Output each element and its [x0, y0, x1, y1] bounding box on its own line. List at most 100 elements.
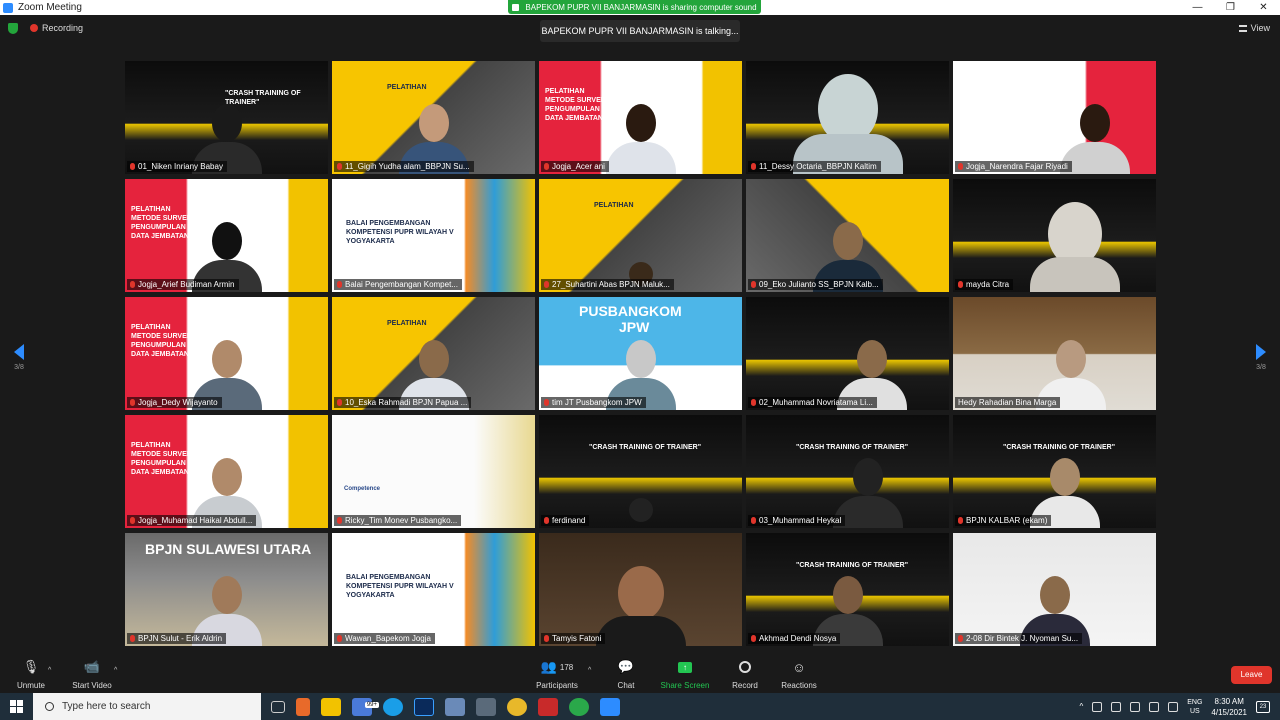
participant-name: 03_Muhammad Heykal	[748, 515, 846, 526]
participant-tile[interactable]: PELATIHAN 27_Suhartini Abas BPJN Maluk..…	[539, 179, 742, 292]
participants-button[interactable]: 👥 178 Participants	[532, 658, 582, 690]
participant-tile[interactable]: 2-08 Dir Bintek J. Nyoman Su...	[953, 533, 1156, 646]
participant-tile[interactable]: mayda Citra	[953, 179, 1156, 292]
mail-app-icon[interactable]: 99+	[352, 697, 379, 716]
participant-name: 10_Eska Rahmadi BPJN Papua ...	[334, 397, 472, 408]
participant-name-text: Jogja_Narendra Fajar Riyadi	[966, 162, 1068, 171]
mic-muted-icon	[337, 399, 342, 406]
pen-app-icon[interactable]	[296, 697, 310, 716]
edge-browser-icon[interactable]	[383, 697, 403, 716]
taskbar-search-box[interactable]: Type here to search	[33, 693, 261, 720]
participant-tile[interactable]: "CRASH TRAINING OF TRAINER" Akhmad Dendi…	[746, 533, 949, 646]
participant-tile[interactable]: BALAI PENGEMBANGAN KOMPETENSI PUPR WILAY…	[332, 179, 535, 292]
participant-tile[interactable]: Jogja_Narendra Fajar Riyadi	[953, 61, 1156, 174]
person-head	[211, 576, 242, 614]
start-button[interactable]	[0, 693, 33, 720]
recording-indicator[interactable]: Recording	[30, 23, 83, 33]
photoshop-icon[interactable]	[414, 697, 434, 716]
sound-share-icon	[512, 3, 520, 11]
participant-name: Tamyis Fatoni	[541, 633, 606, 644]
participant-name: 11_Gigih Yudha alam_BBPJN Su...	[334, 161, 474, 172]
participant-tile[interactable]: BALAI PENGEMBANGAN KOMPETENSI PUPR WILAY…	[332, 533, 535, 646]
tile-banner-text: Competence	[344, 486, 381, 492]
participant-name: tim JT Pusbangkom JPW	[541, 397, 646, 408]
participant-video	[1029, 202, 1120, 292]
record-button[interactable]: Record	[730, 658, 760, 690]
participant-tile[interactable]: "CRASH TRAINING OF TRAINER" 01_Niken Inr…	[125, 61, 328, 174]
participant-tile[interactable]: "CRASH TRAINING OF TRAINER" ferdinand	[539, 415, 742, 528]
notification-badge: 99+	[364, 701, 379, 708]
video-options-caret[interactable]: ^	[114, 667, 117, 674]
leave-button[interactable]: Leave	[1231, 666, 1272, 684]
participant-tile[interactable]: PUSBANGKOM JPW tim JT Pusbangkom JPW	[539, 297, 742, 410]
volume-icon[interactable]	[1111, 701, 1122, 712]
dropbox-icon[interactable]	[1149, 701, 1160, 712]
zoom-taskbar-icon[interactable]	[600, 697, 620, 716]
participant-tile[interactable]: Hedy Rahadian Bina Marga	[953, 297, 1156, 410]
tile-banner-text: "CRASH TRAINING OF TRAINER"	[589, 444, 702, 451]
participant-tile[interactable]: 02_Muhammad Novriatama Li...	[746, 297, 949, 410]
mic-muted-icon	[751, 635, 756, 642]
start-video-button[interactable]: 📹 Start Video	[70, 658, 114, 690]
participant-tile[interactable]: PELATIHAN 10_Eska Rahmadi BPJN Papua ...	[332, 297, 535, 410]
mic-muted-icon	[751, 517, 756, 524]
person-body	[1029, 257, 1120, 292]
share-screen-button[interactable]: ↑ Share Screen	[660, 658, 710, 690]
app-icon[interactable]	[445, 697, 465, 716]
minimize-button[interactable]: —	[1181, 0, 1214, 15]
close-button[interactable]: ✕	[1247, 0, 1280, 15]
view-label: View	[1250, 23, 1270, 33]
participant-tile[interactable]: BPJN SULAWESI UTARA BPJN Sulut - Erik Al…	[125, 533, 328, 646]
notification-center-icon[interactable]: 23	[1256, 700, 1270, 713]
language-indicator[interactable]: ENG US	[1187, 698, 1202, 716]
next-page-button[interactable]: 3/8	[1251, 344, 1271, 371]
participant-tile[interactable]: Competence Ricky_Tim Monev Pusbangko...	[332, 415, 535, 528]
chrome-browser-icon[interactable]	[507, 697, 527, 716]
battery-icon[interactable]	[1092, 701, 1103, 712]
acrobat-icon[interactable]	[538, 697, 558, 716]
participant-tile[interactable]: 09_Eko Julianto SS_BPJN Kalb...	[746, 179, 949, 292]
tile-banner-text: BALAI PENGEMBANGAN KOMPETENSI PUPR WILAY…	[346, 220, 454, 245]
participant-tile[interactable]: 11_Dessy Octaria_BBPJN Kaltim	[746, 61, 949, 174]
participant-tile[interactable]: PELATIHAN METODE SURVEI PENGUMPULAN DATA…	[539, 61, 742, 174]
chrome-profile-icon[interactable]	[569, 697, 589, 716]
security-shield-icon[interactable]	[8, 23, 18, 34]
tray-chevron-icon[interactable]: ^	[1079, 702, 1083, 711]
previous-page-button[interactable]: 3/8	[9, 344, 29, 371]
network-icon[interactable]	[1130, 701, 1141, 712]
logo-square	[17, 707, 23, 713]
participant-tile[interactable]: "CRASH TRAINING OF TRAINER" 03_Muhammad …	[746, 415, 949, 528]
language-code: ENG	[1187, 698, 1203, 706]
person-head	[832, 222, 863, 260]
tray-app-icon[interactable]	[1168, 701, 1179, 712]
audio-options-caret[interactable]: ^	[48, 667, 51, 674]
chat-button[interactable]: 💬 Chat	[612, 658, 640, 690]
participant-tile[interactable]: PELATIHAN METODE SURVEI PENGUMPULAN DATA…	[125, 297, 328, 410]
participant-tile[interactable]: PELATIHAN METODE SURVEI PENGUMPULAN DATA…	[125, 415, 328, 528]
tile-banner-text: PELATIHAN METODE SURVEI PENGUMPULAN DATA…	[545, 88, 603, 122]
person-body	[595, 616, 686, 646]
mic-muted-icon	[130, 635, 135, 642]
participant-tile[interactable]: Tamyis Fatoni	[539, 533, 742, 646]
tile-banner-text: JPW	[619, 319, 650, 335]
participants-options-caret[interactable]: ^	[588, 667, 591, 674]
taskbar-clock[interactable]: 8:30 AM 4/15/2021	[1211, 696, 1247, 718]
talking-indicator: BAPEKOM PUPR VII BANJARMASIN is talking.…	[540, 20, 740, 42]
reactions-button[interactable]: ☺ Reactions	[780, 658, 818, 691]
mic-muted-icon	[958, 163, 963, 170]
task-view-icon[interactable]	[271, 700, 285, 713]
participant-tile[interactable]: PELATIHAN 11_Gigih Yudha alam_BBPJN Su..…	[332, 61, 535, 174]
app-icon[interactable]	[476, 697, 496, 716]
sharing-sound-banner[interactable]: BAPEKOM PUPR VII BANJARMASIN is sharing …	[508, 0, 761, 14]
participant-name-text: Balai Pengembangan Kompet...	[345, 280, 458, 289]
participant-tile[interactable]: "CRASH TRAINING OF TRAINER" BPJN KALBAR …	[953, 415, 1156, 528]
tile-banner-text: PELATIHAN METODE SURVEI PENGUMPULAN DATA…	[131, 206, 189, 240]
participant-name-text: Jogja_Muhamad Haikal Abdull...	[138, 516, 253, 525]
view-button[interactable]: View	[1238, 23, 1270, 33]
restore-button[interactable]: ❐	[1214, 0, 1247, 15]
tile-banner-text: PELATIHAN METODE SURVEI PENGUMPULAN DATA…	[131, 442, 189, 476]
unmute-button[interactable]: 🎙 Unmute	[14, 658, 48, 690]
file-explorer-icon[interactable]	[321, 697, 341, 716]
participant-video	[792, 74, 903, 174]
participant-tile[interactable]: PELATIHAN METODE SURVEI PENGUMPULAN DATA…	[125, 179, 328, 292]
